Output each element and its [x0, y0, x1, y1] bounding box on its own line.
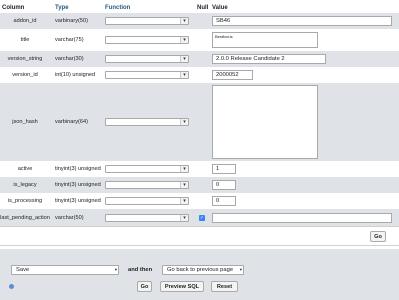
value-input[interactable]: 2000052 [212, 70, 253, 80]
value-input[interactable] [212, 213, 392, 223]
header-null: Null [197, 5, 209, 11]
column-name: version_id [12, 72, 38, 78]
function-select[interactable]: ▾ [105, 214, 189, 222]
header-column: Column [2, 5, 25, 11]
column-type: varbinary(64) [55, 119, 88, 125]
chevron-updown-icon: ▾ [180, 119, 188, 125]
function-select[interactable]: ▾ [105, 118, 189, 126]
value-textarea[interactable] [212, 85, 318, 159]
submit-bar: Save ▾ and then Go back to previous page… [0, 249, 399, 300]
column-type: varchar(50) [55, 214, 84, 221]
after-action-select-value: Save [16, 267, 30, 273]
after-action-select[interactable]: Save ▾ [11, 265, 119, 275]
chevron-updown-icon: ▾ [180, 56, 188, 62]
table-row: version_string varchar(30) ▾ 2.0.0 Relea… [0, 51, 399, 67]
header-function[interactable]: Function [105, 4, 130, 13]
column-name: title [20, 37, 30, 43]
checkmark-icon: ✓ [199, 215, 205, 221]
column-type: varbinary(50) [55, 18, 88, 24]
chevron-updown-icon: ▾ [180, 215, 188, 221]
column-name: json_hash [12, 119, 38, 125]
function-select[interactable]: ▾ [105, 181, 189, 189]
goto-select[interactable]: Go back to previous page ▾ [162, 265, 244, 275]
table-row: json_hash varbinary(64) ▾ [0, 83, 399, 161]
preview-sql-button[interactable]: Preview SQL [160, 281, 204, 292]
table-row: last_pending_action varchar(50) ▾ ✓ [0, 209, 399, 226]
column-name: is_processing [7, 198, 43, 204]
value-textarea[interactable]: Bestfocus [212, 32, 318, 48]
function-select[interactable]: ▾ [105, 197, 189, 205]
table-row: active tinyint(3) unsigned ▾ 1 [0, 161, 399, 177]
null-checkbox[interactable]: ✓ [199, 215, 205, 221]
column-name: active [17, 166, 33, 172]
table-row: is_legacy tinyint(3) unsigned ▾ 0 [0, 177, 399, 193]
table-row: version_id int(10) unsigned ▾ 2000052 [0, 67, 399, 83]
function-select[interactable]: ▾ [105, 165, 189, 173]
value-input[interactable]: 1 [212, 164, 236, 174]
help-icon[interactable] [9, 284, 14, 289]
column-type: tinyint(3) unsigned [55, 182, 101, 188]
header-type[interactable]: Type [55, 4, 69, 13]
value-input[interactable]: SB46 [212, 16, 392, 26]
chevron-updown-icon: ▾ [180, 18, 188, 24]
column-type: tinyint(3) unsigned [55, 198, 101, 204]
value-input[interactable]: 2.0.0 Release Candidate 2 [212, 54, 326, 64]
chevron-updown-icon: ▾ [239, 267, 242, 272]
value-input[interactable]: 0 [212, 196, 236, 206]
table-row: is_processing tinyint(3) unsigned ▾ 0 [0, 193, 399, 209]
submit-go-button[interactable]: Go [137, 281, 152, 292]
go-button[interactable]: Go [370, 231, 386, 242]
form-actions-row: Go [0, 226, 399, 246]
and-then-label: and then [128, 267, 153, 273]
column-type: int(10) unsigned [55, 72, 96, 78]
table-row: addon_id varbinary(50) ▾ SB46 [0, 13, 399, 29]
function-select[interactable]: ▾ [105, 36, 189, 44]
chevron-updown-icon: ▾ [180, 198, 188, 204]
chevron-updown-icon: ▾ [114, 267, 117, 272]
column-name: is_legacy [13, 182, 37, 188]
column-name: addon_id [13, 18, 37, 24]
chevron-updown-icon: ▾ [180, 72, 188, 78]
chevron-updown-icon: ▾ [180, 37, 188, 43]
function-select[interactable]: ▾ [105, 55, 189, 63]
goto-select-value: Go back to previous page [167, 267, 234, 273]
value-input[interactable]: 0 [212, 180, 236, 190]
column-name: last_pending_action [0, 214, 50, 221]
function-select[interactable]: ▾ [105, 71, 189, 79]
column-type: varchar(30) [55, 56, 84, 62]
column-name: version_string [7, 56, 43, 62]
header-value: Value [212, 5, 228, 11]
column-type: varchar(75) [55, 37, 84, 43]
chevron-updown-icon: ▾ [180, 182, 188, 188]
function-select[interactable]: ▾ [105, 17, 189, 25]
column-type: tinyint(3) unsigned [55, 166, 101, 172]
chevron-updown-icon: ▾ [180, 166, 188, 172]
table-row: title varchar(75) ▾ Bestfocus [0, 29, 399, 51]
reset-button[interactable]: Reset [211, 281, 238, 292]
